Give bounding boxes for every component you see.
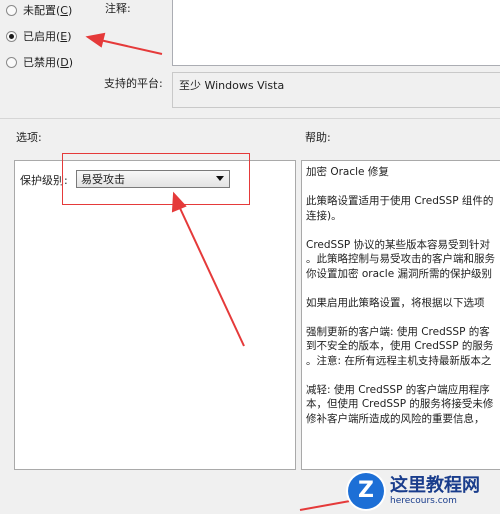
arrow-bottom [299,500,351,511]
arrow-to-dropdown [178,205,245,347]
watermark-url: herecours.com [390,496,457,506]
watermark-title: 这里教程网 [390,475,480,496]
arrow-head-icon [171,191,187,213]
arrow-to-enabled [99,39,163,55]
watermark-logo-icon: Z [348,473,384,509]
watermark: Z 这里教程网 herecours.com [348,468,500,514]
arrow-head-icon [85,32,106,48]
annotation-arrows [85,32,351,511]
